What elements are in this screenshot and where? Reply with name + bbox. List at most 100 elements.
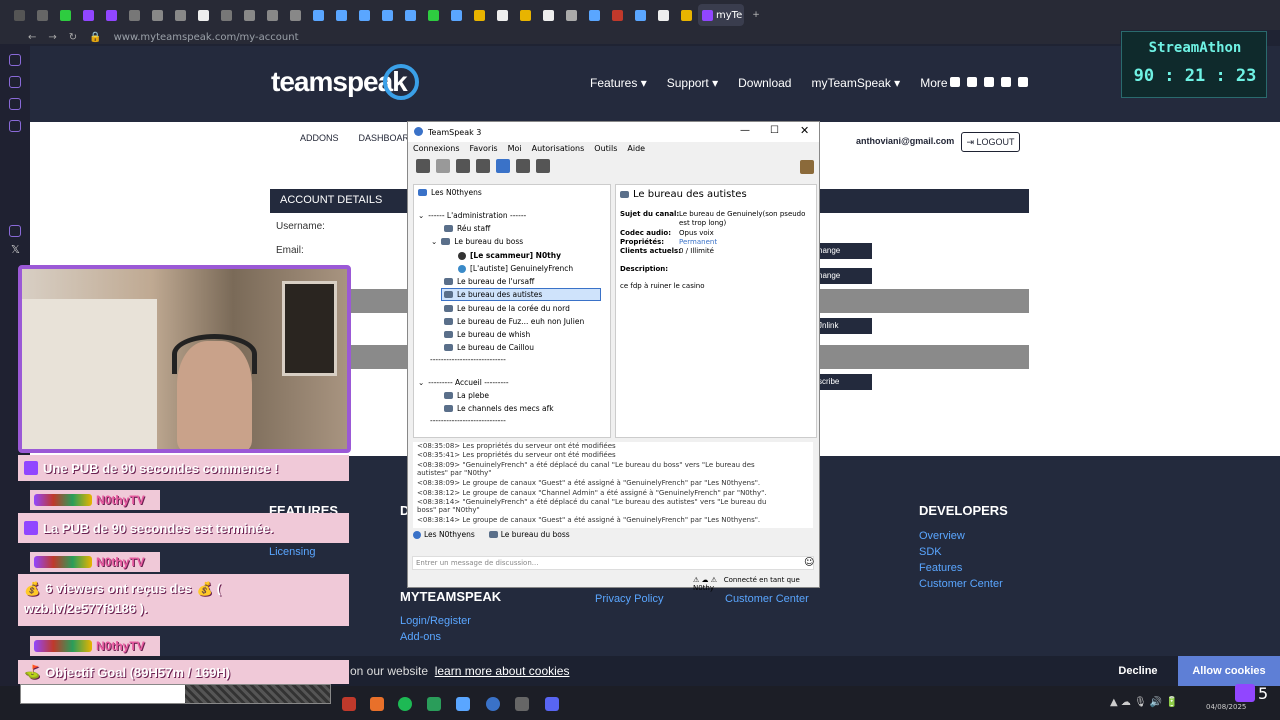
youtube-icon[interactable] [1018, 77, 1028, 87]
nav-myteamspeak[interactable]: myTeamSpeak ▾ [811, 76, 900, 90]
maximize-icon[interactable]: ☐ [770, 125, 779, 136]
close-icon[interactable]: ✕ [800, 124, 809, 137]
contacts-icon[interactable] [516, 159, 530, 173]
avatar[interactable] [800, 160, 814, 174]
browser-tab[interactable] [123, 4, 145, 26]
spacer-accueil[interactable]: ⌄ --------- Accueil --------- [418, 378, 509, 387]
menu-aide[interactable]: Aide [627, 144, 645, 153]
channel-coree[interactable]: Le bureau de la corée du nord [444, 304, 570, 313]
mute-speaker-icon[interactable] [476, 159, 490, 173]
browser-tab[interactable] [445, 4, 467, 26]
emoji-icon[interactable]: ☺ [804, 557, 814, 568]
browser-tab[interactable] [100, 4, 122, 26]
tray-icons[interactable]: ▲ ☁ 🎙 🔊 🔋 [1110, 697, 1178, 708]
nav-download[interactable]: Download [738, 76, 791, 90]
footer-login-link[interactable]: Login/Register [400, 615, 471, 627]
browser-tab[interactable] [583, 4, 605, 26]
taskbar-app-icon[interactable] [456, 697, 470, 711]
subnav-addons[interactable]: ADDONS [300, 133, 339, 143]
browser-tab[interactable] [215, 4, 237, 26]
sidebar-app-icon[interactable] [9, 76, 21, 88]
url-field[interactable]: www.myteamspeak.com/my-account [114, 32, 299, 43]
footer-dev-features-link[interactable]: Features [919, 562, 962, 574]
teamspeak-taskbar-icon[interactable] [486, 697, 500, 711]
channel-afk[interactable]: Le channels des mecs afk [444, 404, 554, 413]
browser-tab[interactable] [399, 4, 421, 26]
browser-tab[interactable] [353, 4, 375, 26]
channel-ursaff[interactable]: Le bureau de l'ursaff [444, 277, 534, 286]
decline-cookies-button[interactable]: Decline [1100, 656, 1176, 686]
menu-autorisations[interactable]: Autorisations [532, 144, 585, 153]
browser-tab[interactable] [652, 4, 674, 26]
twitter-icon[interactable] [984, 77, 994, 87]
spacer-line[interactable]: ---------------------------- [430, 416, 506, 425]
chat-input[interactable]: Entrer un message de discussion... [412, 556, 814, 570]
change-username-button[interactable]: hange [812, 243, 872, 259]
browser-tab[interactable] [537, 4, 559, 26]
footer-dev-customer-center-link[interactable]: Customer Center [919, 578, 1003, 590]
browser-tab[interactable] [54, 4, 76, 26]
browser-tab[interactable] [560, 4, 582, 26]
browser-tab[interactable] [261, 4, 283, 26]
footer-addons-link[interactable]: Add-ons [400, 631, 441, 643]
menu-connexions[interactable]: Connexions [413, 144, 460, 153]
channel-reu-staff[interactable]: Réu staff [444, 224, 490, 233]
channel-fuz[interactable]: Le bureau de Fuz... euh non Julien [444, 317, 584, 326]
away-icon[interactable] [496, 159, 510, 173]
spacer-admin[interactable]: ⌄ ------ L'administration ------ [418, 211, 526, 220]
cookie-learn-more-link[interactable]: learn more about cookies [435, 664, 570, 678]
browser-tab[interactable] [376, 4, 398, 26]
sidebar-app-icon[interactable] [9, 54, 21, 66]
browser-tab[interactable] [31, 4, 53, 26]
browser-tab[interactable] [422, 4, 444, 26]
footer-sdk-link[interactable]: SDK [919, 546, 942, 558]
footer-overview-link[interactable]: Overview [919, 530, 965, 542]
minimize-icon[interactable]: — [740, 125, 750, 136]
browser-tab[interactable] [491, 4, 513, 26]
active-browser-tab[interactable]: myTe [698, 4, 744, 26]
taskbar-app-icon[interactable] [342, 697, 356, 711]
change-email-button[interactable]: hange [812, 268, 872, 284]
discord-icon[interactable] [545, 697, 559, 711]
browser-tab[interactable] [77, 4, 99, 26]
menu-favoris[interactable]: Favoris [470, 144, 498, 153]
channel-plebe[interactable]: La plebe [444, 391, 489, 400]
browser-tab[interactable] [8, 4, 30, 26]
sidebar-app-icon[interactable] [9, 98, 21, 110]
browser-tab[interactable] [307, 4, 329, 26]
new-tab-button[interactable]: + [745, 4, 767, 26]
spotify-icon[interactable] [398, 697, 412, 711]
browser-tab[interactable] [169, 4, 191, 26]
footer-privacy-link[interactable]: Privacy Policy [595, 593, 663, 605]
nav-support[interactable]: Support ▾ [667, 76, 718, 90]
chat-tab-channel[interactable]: Le bureau du boss [488, 530, 570, 539]
spacer-line[interactable]: ---------------------------- [430, 355, 506, 364]
twitch-icon[interactable] [9, 225, 21, 237]
taskbar-chrome-icon[interactable] [370, 697, 384, 711]
footer-customer-center-link[interactable]: Customer Center [725, 593, 809, 605]
unlink-button[interactable]: Jnlink [812, 318, 872, 334]
twitch-icon[interactable] [950, 77, 960, 87]
browser-tab[interactable] [238, 4, 260, 26]
taskbar-app-icon[interactable] [427, 697, 441, 711]
browser-tab[interactable] [514, 4, 536, 26]
instagram-icon[interactable] [1001, 77, 1011, 87]
x-icon[interactable]: 𝕏 [11, 243, 20, 256]
facebook-icon[interactable] [967, 77, 977, 87]
menu-outils[interactable]: Outils [594, 144, 617, 153]
connect-icon[interactable] [416, 159, 430, 173]
channel-bureau-boss[interactable]: ⌄ Le bureau du boss [431, 237, 523, 246]
reload-icon[interactable]: ↻ [69, 32, 77, 43]
browser-tab[interactable] [468, 4, 490, 26]
chat-tab-server[interactable]: Les N0thyens [413, 530, 475, 539]
browser-tab[interactable] [284, 4, 306, 26]
channel-whish[interactable]: Le bureau de whish [444, 330, 530, 339]
user-genuinelyfrench[interactable]: [L'autiste] GenuinelyFrench [458, 264, 573, 273]
server-node[interactable]: Les N0thyens [418, 188, 482, 197]
twitch-tray-icon[interactable] [1235, 684, 1255, 702]
browser-tab[interactable] [192, 4, 214, 26]
allow-cookies-button[interactable]: Allow cookies [1178, 656, 1280, 686]
menu-moi[interactable]: Moi [508, 144, 522, 153]
browser-tab[interactable] [629, 4, 651, 26]
disconnect-icon[interactable] [436, 159, 450, 173]
